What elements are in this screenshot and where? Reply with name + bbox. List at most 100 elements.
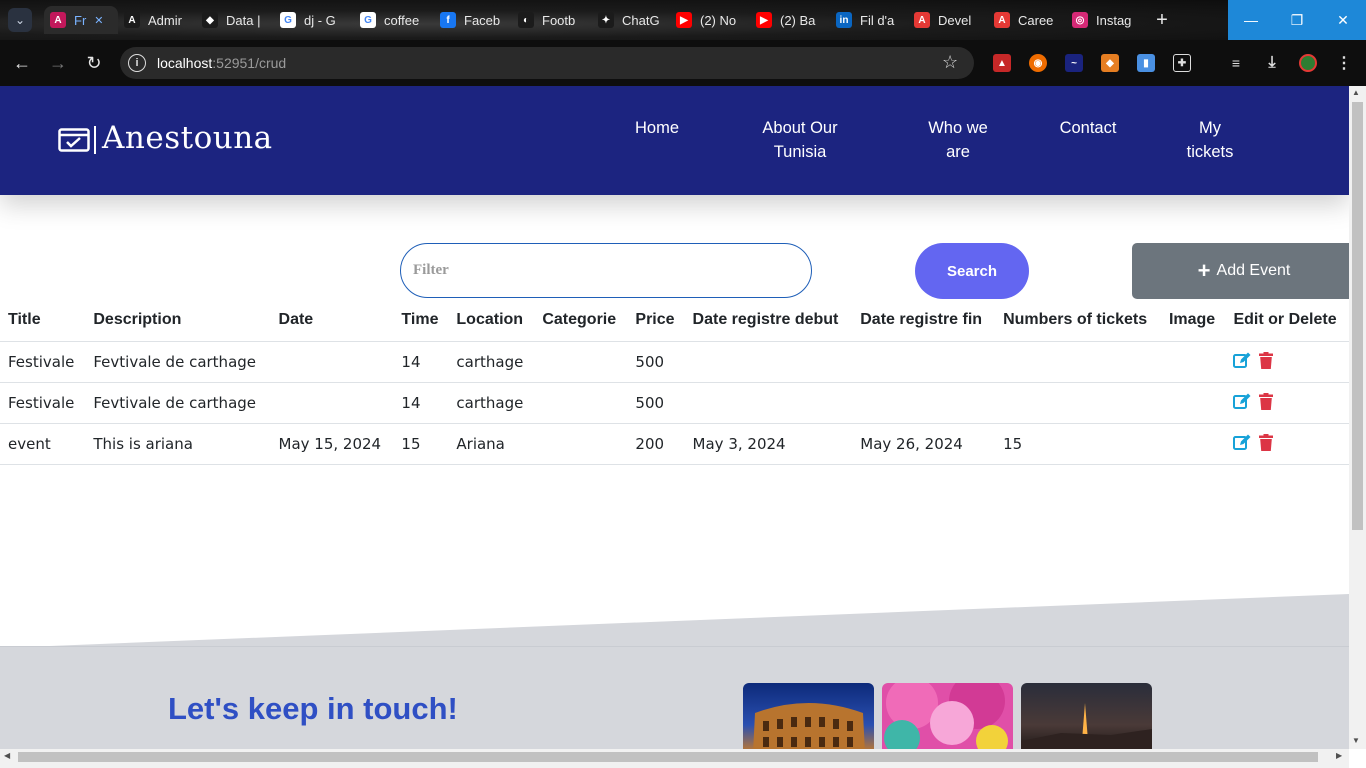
tab-title: Fil d'a [860, 12, 895, 28]
add-event-label: Add Event [1216, 262, 1291, 279]
table-cell [534, 423, 628, 465]
search-button[interactable]: Search [915, 243, 1029, 299]
bookmark-star-icon[interactable]: ☆ [942, 52, 958, 73]
browser-tab[interactable]: ▶ (2) Ba [756, 6, 828, 34]
metamask-extension-icon[interactable]: ◆ [1101, 54, 1119, 72]
extensions-puzzle-icon[interactable]: ✚ [1173, 54, 1191, 72]
table-cell: This is ariana [85, 423, 271, 465]
tab-favicon-icon: G [280, 12, 296, 28]
tab-title: dj - G [304, 12, 336, 28]
tab-title: (2) Ba [780, 12, 816, 28]
site-header: Anestouna Home About Our Tunisia Who we ar… [0, 86, 1349, 195]
nav-home-label: Home [634, 119, 679, 137]
table-body: Festivale Fevtivale de carthage 14 carthage… [0, 341, 1349, 465]
browser-tab[interactable]: ◆ Data | [202, 6, 272, 34]
tab-title: Data | [226, 12, 261, 28]
scroll-up-arrow-icon[interactable]: ▲ [1352, 88, 1360, 97]
browser-tab[interactable]: ✦ ChatG [598, 6, 668, 34]
scroll-left-arrow-icon[interactable]: ◀ [4, 751, 10, 760]
filter-input[interactable] [400, 243, 812, 298]
table-cell: 500 [627, 382, 685, 424]
forward-arrow-icon[interactable]: → [46, 51, 70, 75]
tab-title: Admir [148, 12, 182, 28]
table-cell: Fevtivale de carthage [85, 382, 271, 424]
page-viewport: Anestouna Home About Our Tunisia Who we ar… [0, 86, 1349, 749]
url-host: localhost [157, 55, 213, 71]
nav-tickets-label: My [1199, 119, 1221, 137]
table-cell [995, 341, 1161, 383]
column-header: Date registre fin [852, 298, 996, 342]
browser-tab[interactable]: ▶ (2) No [676, 6, 748, 34]
table-row: Festivale Fevtivale de carthage 14 carthage… [0, 382, 1349, 424]
docs-extension-icon[interactable]: ▮ [1137, 54, 1155, 72]
browser-tab[interactable]: f Faceb [440, 6, 510, 34]
table-cell [270, 382, 394, 424]
new-tab-button[interactable]: + [1150, 8, 1174, 32]
nav-home[interactable]: Home [622, 116, 692, 140]
browser-tab[interactable]: A Fr ✕ [44, 6, 118, 34]
column-header: Date [270, 298, 394, 342]
add-event-button[interactable]: + Add Event [1132, 243, 1349, 299]
table-cell: Ariana [448, 423, 535, 465]
table-cell [1160, 382, 1226, 424]
delete-trash-icon[interactable] [1259, 433, 1274, 451]
table-cell: May 26, 2024 [852, 423, 996, 465]
tab-search-chevron-icon[interactable]: ⌄ [8, 8, 32, 32]
table-cell: carthage [448, 382, 535, 424]
tab-title: Fr [74, 12, 87, 28]
scroll-right-arrow-icon[interactable]: ▶ [1336, 751, 1342, 760]
target-extension-icon[interactable]: ◉ [1029, 54, 1047, 72]
delete-trash-icon[interactable] [1259, 392, 1274, 410]
browser-tab[interactable]: ◐ Footb [518, 6, 590, 34]
table-cell [852, 341, 996, 383]
tab-favicon-icon: A [124, 12, 140, 28]
profile-avatar[interactable] [1299, 54, 1317, 72]
wave-extension-icon[interactable]: ~ [1065, 54, 1083, 72]
tab-title: Footb [542, 12, 576, 28]
tab-title: Instag [1096, 12, 1132, 28]
horizontal-scroll-thumb[interactable] [18, 752, 1318, 762]
reload-icon[interactable]: ↻ [82, 51, 106, 75]
browser-tab[interactable]: A Admir [124, 6, 194, 34]
tab-favicon-icon: ◎ [1072, 12, 1088, 28]
table-cell: carthage [448, 341, 535, 383]
browser-menu-icon[interactable]: ⋮ [1335, 54, 1353, 72]
site-info-icon[interactable]: i [128, 54, 146, 72]
table-cell: May 15, 2024 [270, 423, 394, 465]
table-cell [684, 341, 853, 383]
browser-tab[interactable]: A Caree [994, 6, 1064, 34]
browser-tab[interactable]: Gdj - G [280, 6, 352, 34]
browser-tab[interactable]: in Fil d'a [836, 6, 906, 34]
edit-icon[interactable] [1233, 393, 1251, 410]
media-control-icon[interactable]: ≡ [1227, 54, 1245, 72]
url-text[interactable]: localhost:52951/crud [157, 55, 286, 71]
footer-title: Let's keep in touch! [168, 691, 458, 726]
restore-button[interactable]: ❐ [1274, 0, 1320, 40]
nav-my-tickets[interactable]: My tickets [1180, 116, 1240, 164]
tab-title: Devel [938, 12, 972, 28]
browser-tab[interactable]: ◎ Instag [1072, 6, 1142, 34]
table-row: event This is ariana May 15, 2024 15 Ariana 2… [0, 423, 1349, 465]
nav-about-tunisia[interactable]: About Our Tunisia [752, 116, 848, 164]
close-window-button[interactable]: ✕ [1320, 0, 1366, 40]
edit-icon[interactable] [1233, 434, 1251, 451]
download-icon[interactable]: ⤓ [1263, 54, 1281, 72]
pdf-extension-icon[interactable]: ▲ [993, 54, 1011, 72]
nav-contact[interactable]: Contact [1050, 116, 1126, 140]
browser-tab[interactable]: A Devel [914, 6, 986, 34]
url-path: :52951/crud [212, 55, 287, 71]
minimize-button[interactable]: — [1228, 0, 1274, 40]
row-actions [1225, 382, 1349, 424]
nav-contact-label: Contact [1059, 119, 1117, 137]
scroll-down-arrow-icon[interactable]: ▼ [1352, 736, 1360, 745]
site-logo-text[interactable]: Anestouna [102, 120, 273, 156]
table-cell [995, 382, 1161, 424]
close-tab-icon[interactable]: ✕ [94, 14, 103, 27]
browser-tab[interactable]: Gcoffee [360, 6, 432, 34]
edit-icon[interactable] [1233, 352, 1251, 369]
delete-trash-icon[interactable] [1259, 351, 1274, 369]
vertical-scroll-thumb[interactable] [1352, 102, 1363, 530]
nav-who-we-are[interactable]: Who we are [918, 116, 998, 164]
table-cell: 14 [393, 341, 449, 383]
back-arrow-icon[interactable]: ← [10, 51, 34, 75]
